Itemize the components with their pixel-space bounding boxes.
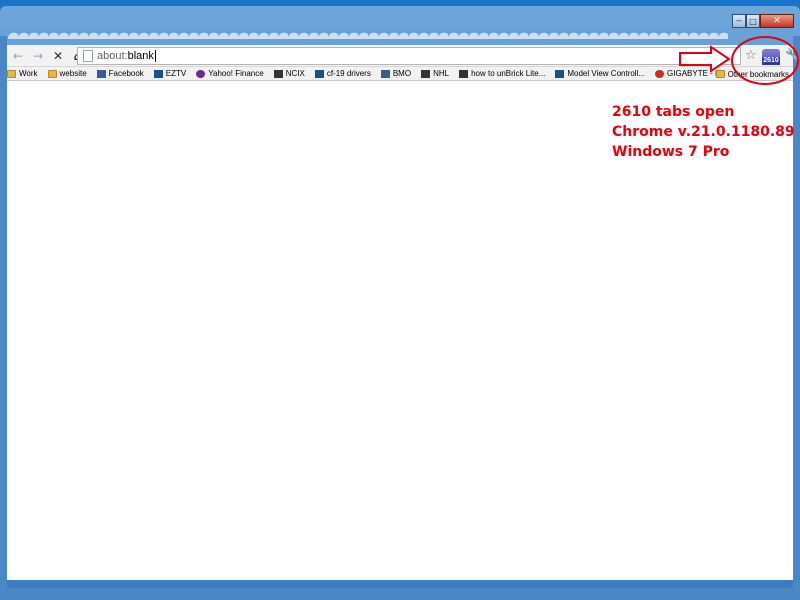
- stop-icon: ✕: [52, 48, 64, 63]
- window-caption-buttons: ‒ □ ✕: [732, 14, 794, 28]
- yahoo-icon: [196, 69, 206, 78]
- stop-button[interactable]: ✕: [49, 47, 67, 65]
- folder-icon: [7, 69, 16, 78]
- url-host: blank: [127, 50, 154, 62]
- bookmark-label: EZTV: [165, 69, 187, 78]
- bookmark-label: cf-19 drivers: [326, 69, 371, 78]
- address-text: about:blank: [97, 50, 154, 62]
- bookmark-nhl[interactable]: NHL: [421, 69, 449, 78]
- bookmark-unbrick[interactable]: how to unBrick Lite...: [459, 69, 545, 78]
- bookmark-label: Model View Controll...: [567, 69, 646, 78]
- bookmark-website[interactable]: website: [47, 69, 87, 78]
- bookmark-label: Facebook: [108, 69, 144, 78]
- bookmark-label: Yahoo! Finance: [208, 69, 264, 78]
- bookmark-label: BMO: [392, 69, 412, 78]
- bookmark-label: how to unBrick Lite...: [471, 69, 546, 78]
- annotation-arrow-icon: [679, 45, 731, 73]
- bookmark-facebook[interactable]: Facebook: [96, 69, 144, 78]
- bookmark-mvc[interactable]: Model View Controll...: [555, 69, 645, 78]
- window-border-bottom: [0, 588, 800, 600]
- address-bar[interactable]: about:blank: [77, 47, 741, 65]
- forward-arrow-icon: →: [32, 48, 44, 63]
- window-border-left: [0, 36, 7, 596]
- annotation-line-version: Chrome v.21.0.1180.89: [612, 124, 795, 140]
- tab-strip[interactable]: [8, 26, 728, 39]
- bookmark-work[interactable]: Work: [7, 69, 38, 78]
- minimize-button[interactable]: ‒: [732, 14, 746, 28]
- annotation-text: 2610 tabs open Chrome v.21.0.1180.89 Win…: [612, 102, 795, 162]
- nhl-icon: [421, 69, 431, 78]
- close-button[interactable]: ✕: [760, 14, 794, 28]
- unbrick-icon: [459, 69, 469, 78]
- bmo-icon: [380, 69, 390, 78]
- annotation-line-os: Windows 7 Pro: [612, 144, 730, 160]
- page-icon: [83, 50, 93, 62]
- text-caret: [154, 50, 156, 62]
- bookmark-cf19-drivers[interactable]: cf-19 drivers: [314, 69, 371, 78]
- bookmark-ncix[interactable]: NCIX: [273, 69, 305, 78]
- annotation-line-tabs: 2610 tabs open: [612, 104, 735, 120]
- bookmark-bmo[interactable]: BMO: [380, 69, 412, 78]
- facebook-icon: [96, 69, 106, 78]
- close-icon: ✕: [773, 15, 781, 26]
- eztv-icon: [153, 69, 163, 78]
- maximize-icon: □: [749, 16, 757, 26]
- panasonic-icon: [314, 69, 324, 78]
- toolbar: ← → ✕ ⌂ about:blank ☆ 2610 🔧: [7, 45, 800, 67]
- gigabyte-icon: [655, 69, 665, 78]
- ncix-icon: [273, 69, 283, 78]
- forward-button[interactable]: →: [29, 47, 47, 65]
- mvc-icon: [555, 69, 565, 78]
- bookmark-eztv[interactable]: EZTV: [153, 69, 187, 78]
- bookmark-label: NHL: [433, 69, 450, 78]
- folder-icon: [47, 69, 57, 78]
- bookmark-label: website: [59, 69, 87, 78]
- url-scheme: about:: [97, 50, 128, 62]
- back-button[interactable]: ←: [9, 47, 27, 65]
- maximize-button[interactable]: □: [746, 14, 760, 28]
- annotation-circle: [731, 36, 799, 85]
- minimize-icon: ‒: [736, 15, 742, 26]
- bookmark-yahoo-finance[interactable]: Yahoo! Finance: [196, 69, 264, 78]
- bookmark-label: NCIX: [285, 69, 305, 78]
- bookmarks-bar: Work website Facebook EZTV Yahoo! Financ…: [7, 67, 793, 81]
- back-arrow-icon: ←: [12, 48, 24, 63]
- bookmark-label: Work: [19, 69, 38, 78]
